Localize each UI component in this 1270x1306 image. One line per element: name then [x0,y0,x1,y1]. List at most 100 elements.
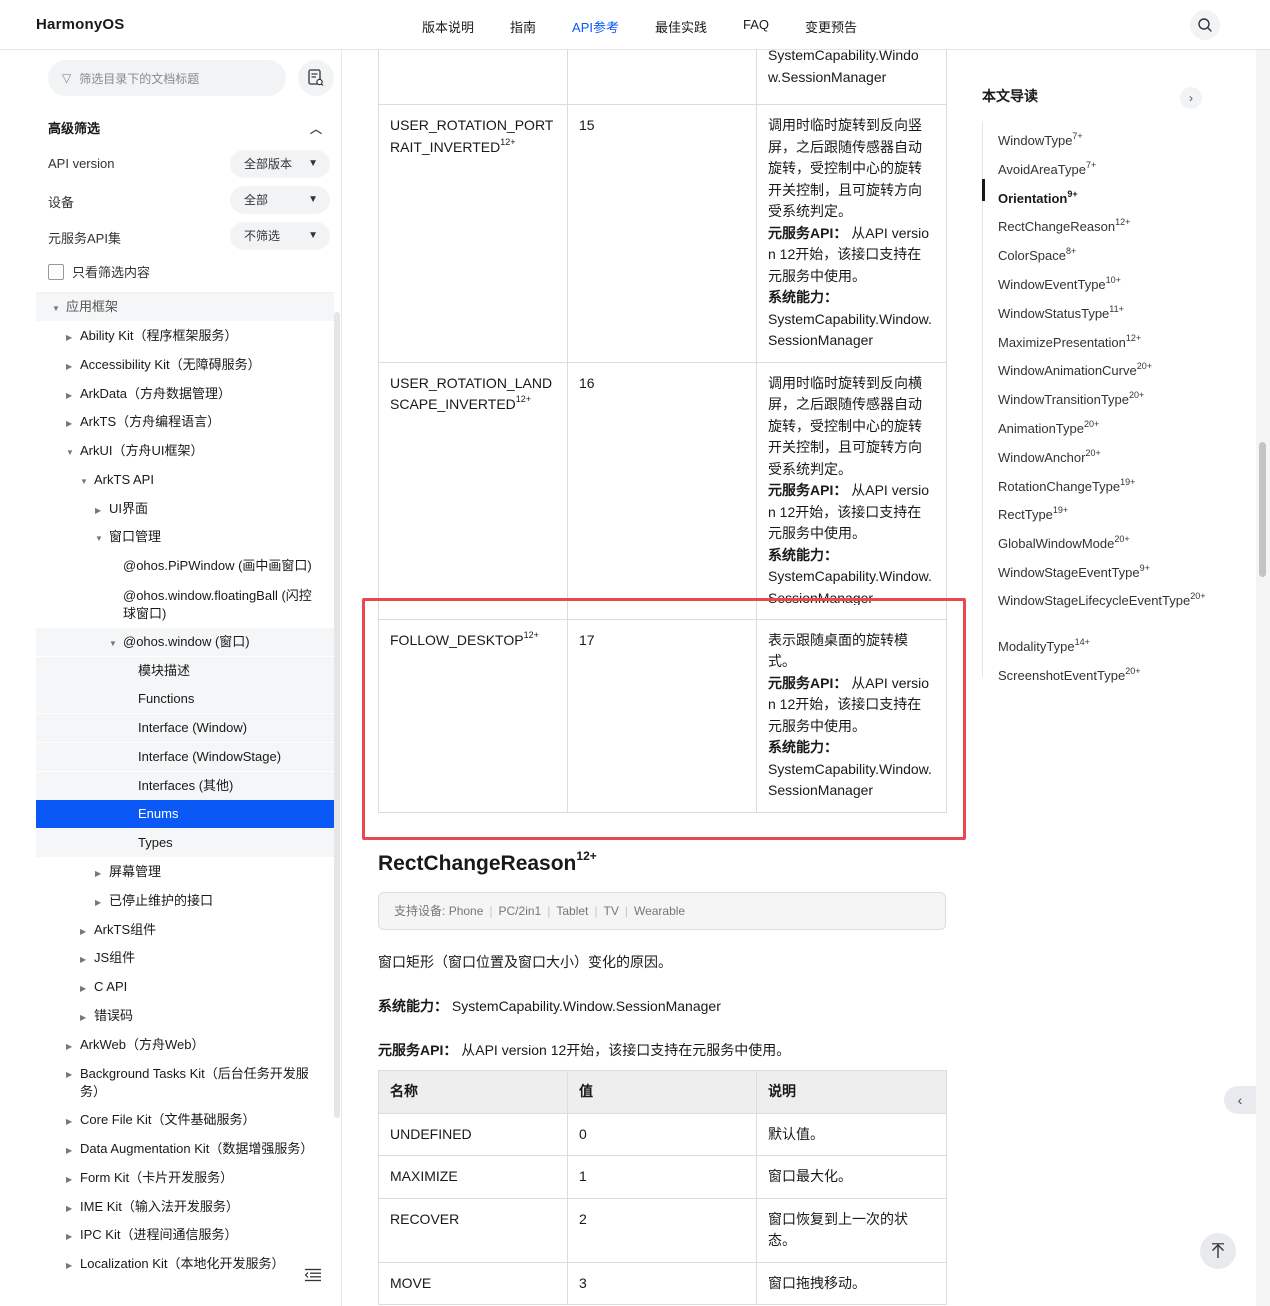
caret-right-icon[interactable]: ▶ [66,1066,72,1084]
tree-item[interactable]: ▶ 已停止维护的接口 [36,887,334,915]
doc-filter-input[interactable]: ▽ 筛选目录下的文档标题 [48,60,286,96]
caret-right-icon[interactable]: ▶ [66,1171,72,1189]
search-button[interactable] [1190,10,1220,40]
toc-item[interactable]: ScreenshotEventType20+ [998,666,1140,683]
nav-best-practice[interactable]: 最佳实践 [655,17,707,36]
tree-item[interactable]: ▶ Form Kit（卡片开发服务） [36,1164,334,1192]
caret-right-icon[interactable]: ▶ [66,1257,72,1275]
tree-item[interactable]: 模块描述 [36,657,334,685]
tree-item[interactable]: @ohos.window.floatingBall (闪控球窗口) [36,581,334,627]
nav-guide[interactable]: 指南 [510,17,536,36]
toc-item[interactable]: AnimationType20+ [998,419,1099,436]
tree-item[interactable]: ▶ Data Augmentation Kit（数据增强服务） [36,1135,334,1163]
toc-item[interactable]: RectChangeReason12+ [998,217,1130,234]
tree-item[interactable]: ▶ IPC Kit（进程间通信服务） [36,1221,334,1249]
tree-item[interactable]: ▶ C API [36,973,334,1001]
tree-item[interactable]: ▼ ArkUI（方舟UI框架） [36,437,334,465]
only-filtered-toggle[interactable]: 只看筛选内容 [48,262,150,281]
sidebar-scrollbar[interactable] [334,312,340,1118]
caret-right-icon[interactable]: ▶ [66,1038,72,1056]
api-version-select[interactable]: 全部版本 ▼ [230,150,330,178]
toc-item[interactable]: WindowStageEventType9+ [998,563,1150,580]
collapse-sidebar-icon[interactable] [304,1268,322,1285]
caret-right-icon[interactable]: ▶ [80,980,86,998]
tree-item[interactable]: ▶ 错误码 [36,1002,334,1030]
caret-down-icon[interactable]: ▼ [66,444,74,462]
toc-item[interactable]: WindowStageLifecycleEventType20+ [998,591,1206,608]
tree-item[interactable]: Types [36,829,334,857]
caret-right-icon[interactable]: ▶ [66,1142,72,1160]
tree-item[interactable]: ▶ IME Kit（输入法开发服务） [36,1193,334,1221]
nav-api-reference[interactable]: API参考 [572,17,619,36]
toc-item[interactable]: WindowTransitionType20+ [998,390,1144,407]
advanced-filter-header[interactable]: 高级筛选 ︿ [48,118,330,138]
caret-right-icon[interactable]: ▶ [66,415,72,433]
toc-item[interactable]: ColorSpace8+ [998,246,1076,263]
only-filtered-checkbox[interactable] [48,263,64,280]
tree-item[interactable]: ▶ ArkTS组件 [36,916,334,944]
tree-item[interactable]: ▼ ArkTS API [36,466,334,494]
caret-right-icon[interactable]: ▶ [66,358,72,376]
caret-right-icon[interactable]: ▶ [66,1228,72,1246]
caret-right-icon[interactable]: ▶ [66,1113,72,1131]
caret-right-icon[interactable]: ▶ [66,387,72,405]
caret-down-icon[interactable]: ▼ [52,300,60,318]
nav-release-notes[interactable]: 版本说明 [422,17,474,36]
tree-item[interactable]: ▼ @ohos.window (窗口) [36,628,334,656]
tree-item[interactable]: ▶ Core File Kit（文件基础服务） [36,1106,334,1134]
caret-right-icon[interactable]: ▶ [80,923,86,941]
tree-item[interactable]: ▼ 应用框架 [36,293,334,321]
device-select[interactable]: 全部 ▼ [230,186,330,214]
harmonyos-logo[interactable]: HarmonyOS [36,16,125,33]
tree-item[interactable]: ▶ UI界面 [36,495,334,523]
toc-item[interactable]: WindowAnchor20+ [998,448,1101,465]
toc-item[interactable]: RotationChangeType19+ [998,477,1135,494]
toc-item[interactable]: WindowAnimationCurve20+ [998,361,1152,378]
tree-item[interactable]: ▶ Accessibility Kit（无障碍服务） [36,351,334,379]
tree-item[interactable]: ▼ 窗口管理 [36,523,334,551]
toc-item[interactable]: ModalityType14+ [998,637,1090,654]
meta-service-select[interactable]: 不筛选 ▼ [230,222,330,250]
toc-item[interactable]: WindowEventType10+ [998,275,1121,292]
toc-item[interactable]: WindowType7+ [998,131,1083,148]
toc-item[interactable]: MaximizePresentation12+ [998,333,1141,350]
toc-item[interactable]: AvoidAreaType7+ [998,160,1096,177]
tree-item[interactable]: Functions [36,685,334,713]
page-scrollbar[interactable] [1256,50,1270,1306]
tree-item[interactable]: ▶ JS组件 [36,944,334,972]
caret-down-icon[interactable]: ▼ [95,530,103,548]
caret-right-icon[interactable]: ▶ [80,951,86,969]
toc-item[interactable]: Orientation9+ [998,189,1078,206]
tree-item[interactable]: ▶ Ability Kit（程序框架服务） [36,322,334,350]
tree-item[interactable]: ▶ ArkWeb（方舟Web） [36,1031,334,1059]
tree-item[interactable]: ▶ Localization Kit（本地化开发服务） [36,1250,334,1278]
tree-item[interactable]: ▶ Background Tasks Kit（后台任务开发服务） [36,1059,334,1105]
tree-item[interactable]: @ohos.PiPWindow (画中画窗口) [36,552,334,580]
caret-down-icon[interactable]: ▼ [109,635,117,653]
page-scrollbar-thumb[interactable] [1259,442,1266,577]
caret-down-icon[interactable]: ▼ [80,473,88,491]
tree-item-selected[interactable]: Enums [36,800,334,828]
back-to-top-button[interactable] [1200,1233,1236,1269]
caret-right-icon[interactable]: ▶ [66,1200,72,1218]
filter-settings-button[interactable] [298,60,334,96]
toc-item[interactable]: GlobalWindowMode20+ [998,534,1130,551]
tree-item[interactable]: Interfaces (其他) [36,772,334,800]
toc-item[interactable]: WindowStatusType11+ [998,303,1124,321]
nav-faq[interactable]: FAQ [743,17,769,36]
chevron-left-icon[interactable]: ‹ [1224,1086,1256,1114]
nav-change-notice[interactable]: 变更预告 [805,17,857,36]
chevron-right-icon[interactable]: › [1180,87,1202,109]
tree-item[interactable]: ▶ ArkTS（方舟编程语言） [36,408,334,436]
caret-right-icon[interactable]: ▶ [95,502,101,520]
tree-item[interactable]: ▶ 屏幕管理 [36,858,334,886]
caret-right-icon[interactable]: ▶ [80,1009,86,1027]
tree-item[interactable]: Interface (Window) [36,714,334,742]
toc-item[interactable]: RectType19+ [998,505,1068,522]
caret-right-icon[interactable]: ▶ [66,329,72,347]
tree-item[interactable]: ▶ ArkData（方舟数据管理） [36,380,334,408]
caret-right-icon[interactable]: ▶ [95,865,101,883]
caret-right-icon[interactable]: ▶ [95,894,101,912]
tree-item[interactable]: Interface (WindowStage) [36,743,334,771]
version-sup: 11+ [1109,303,1124,314]
